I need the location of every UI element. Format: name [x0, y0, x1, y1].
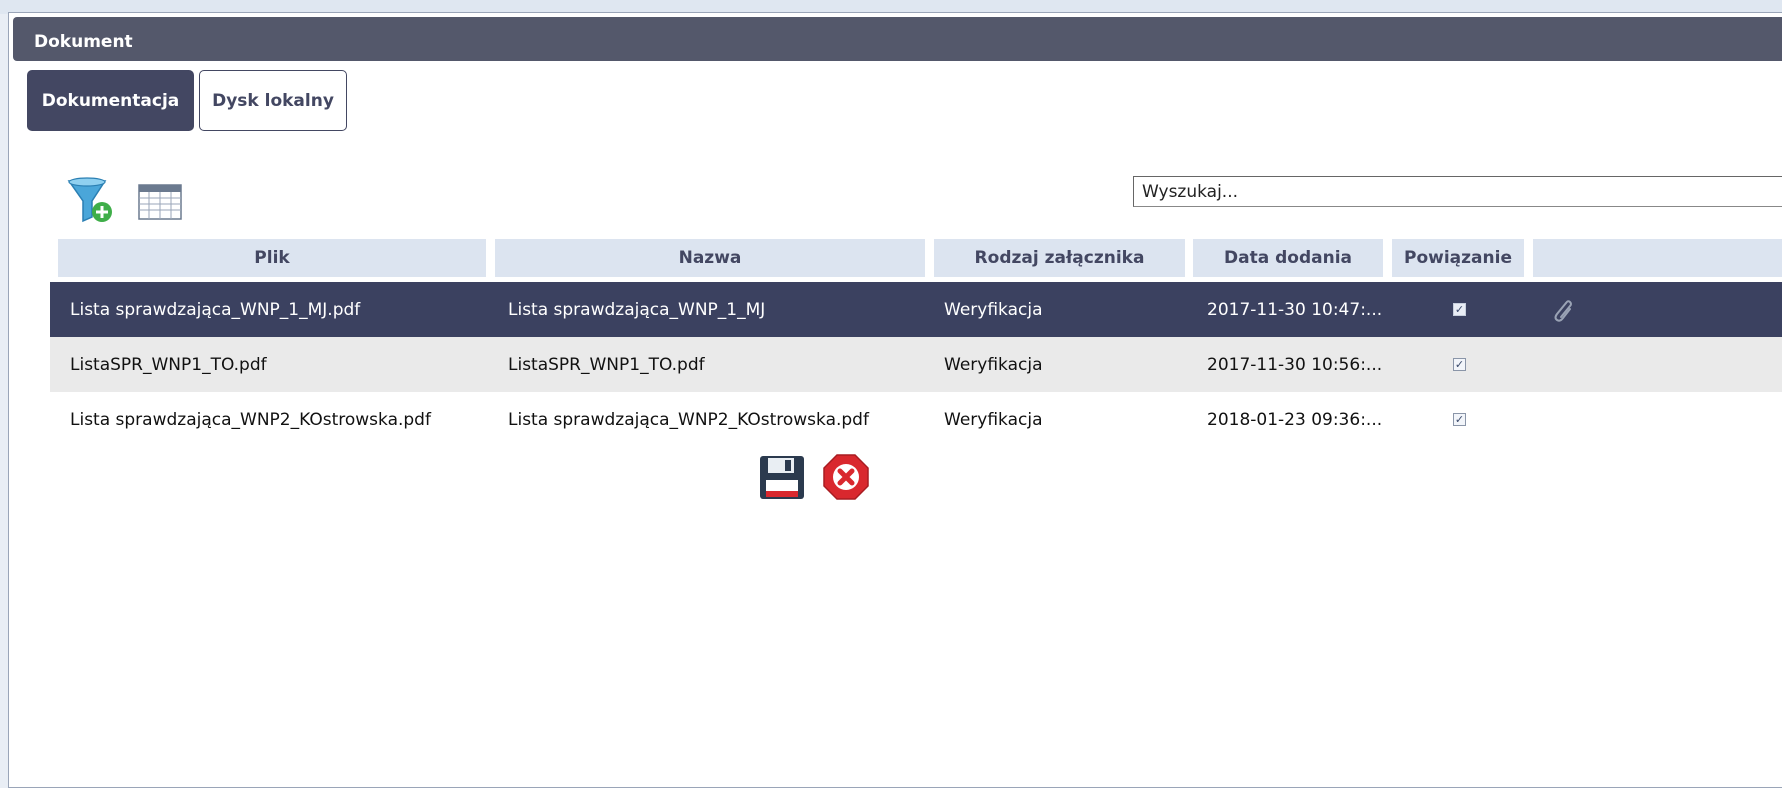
- header-label: Data dodania: [1224, 248, 1352, 268]
- table-columns-icon[interactable]: [138, 184, 182, 220]
- table-row[interactable]: Lista sprawdzająca_WNP_1_MJ.pdf Lista sp…: [50, 282, 1782, 337]
- column-header-nazwa[interactable]: Nazwa: [495, 239, 925, 277]
- tab-dokumentacja[interactable]: Dokumentacja: [27, 70, 194, 131]
- dialog-title: Dokument: [34, 32, 133, 52]
- attachment-icon[interactable]: [1550, 282, 1572, 337]
- tab-label: Dokumentacja: [41, 90, 180, 111]
- dialog-title-bar: Dokument: [13, 17, 1782, 61]
- cell-rodzaj: Weryfikacja: [944, 299, 1043, 320]
- header-label: Plik: [254, 248, 290, 268]
- cell-plik: Lista sprawdzająca_WNP2_KOstrowska.pdf: [70, 409, 431, 430]
- column-header-rodzaj[interactable]: Rodzaj załącznika: [934, 239, 1185, 277]
- table-row[interactable]: ListaSPR_WNP1_TO.pdf ListaSPR_WNP1_TO.pd…: [50, 337, 1782, 392]
- checkmark-icon: ✓: [1453, 303, 1466, 316]
- cell-plik: Lista sprawdzająca_WNP_1_MJ.pdf: [70, 299, 361, 320]
- cell-data: 2017-11-30 10:56:...: [1207, 354, 1383, 375]
- search-input[interactable]: [1133, 176, 1782, 207]
- filter-add-icon[interactable]: [66, 177, 116, 225]
- header-label: Rodzaj załącznika: [974, 248, 1145, 268]
- column-header-plik[interactable]: Plik: [58, 239, 486, 277]
- cell-plik: ListaSPR_WNP1_TO.pdf: [70, 354, 267, 375]
- cell-rodzaj: Weryfikacja: [944, 409, 1043, 430]
- save-icon[interactable]: [759, 455, 805, 500]
- powiazanie-checkbox[interactable]: ✓: [1453, 282, 1466, 337]
- cell-nazwa: Lista sprawdzająca_WNP2_KOstrowska.pdf: [508, 409, 869, 430]
- powiazanie-checkbox[interactable]: ✓: [1453, 392, 1466, 447]
- checkmark-icon: ✓: [1453, 413, 1466, 426]
- header-label: Powiązanie: [1404, 248, 1512, 268]
- column-header-powiazanie[interactable]: Powiązanie: [1392, 239, 1524, 277]
- cell-nazwa: Lista sprawdzająca_WNP_1_MJ: [508, 299, 766, 320]
- close-icon[interactable]: [822, 453, 870, 501]
- column-header-data[interactable]: Data dodania: [1193, 239, 1383, 277]
- table-row[interactable]: Lista sprawdzająca_WNP2_KOstrowska.pdf L…: [50, 392, 1782, 447]
- cell-rodzaj: Weryfikacja: [944, 354, 1043, 375]
- powiazanie-checkbox[interactable]: ✓: [1453, 337, 1466, 392]
- cell-data: 2017-11-30 10:47:...: [1207, 299, 1383, 320]
- column-header-actions: [1533, 239, 1782, 277]
- cell-nazwa: ListaSPR_WNP1_TO.pdf: [508, 354, 705, 375]
- checkmark-icon: ✓: [1453, 358, 1466, 371]
- tab-dysk-lokalny[interactable]: Dysk lokalny: [199, 70, 347, 131]
- tab-label: Dysk lokalny: [212, 90, 334, 111]
- cell-data: 2018-01-23 09:36:...: [1207, 409, 1383, 430]
- header-label: Nazwa: [678, 248, 742, 268]
